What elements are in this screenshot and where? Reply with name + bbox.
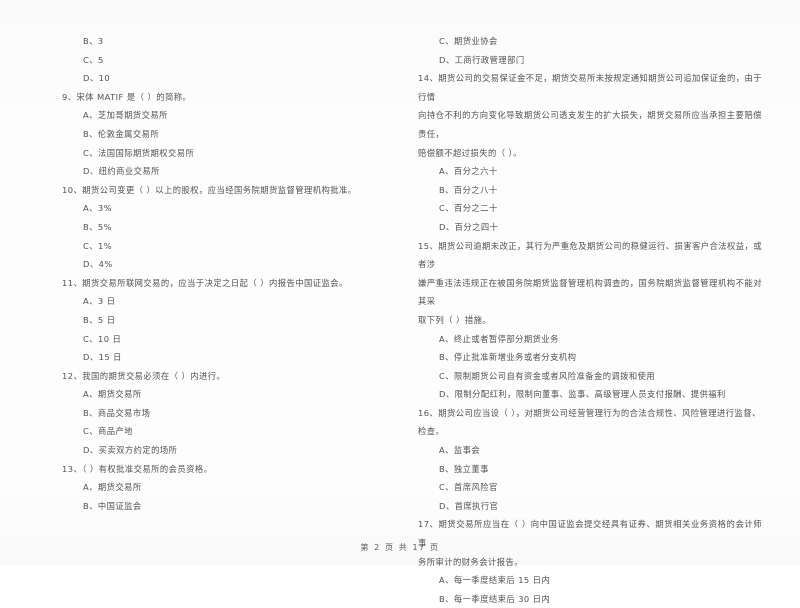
question-16: 16、期货公司应当设（ ），对期货公司经营管理行为的合法合规性、风险管理进行监督… (418, 404, 762, 516)
question-9: 9、宋体 MATIF 是（ ）的简称。 A、芝加哥期货交易所 B、伦敦金属交易所… (62, 88, 388, 181)
question-stem: 9、宋体 MATIF 是（ ）的简称。 (62, 91, 192, 102)
option-item: D、纽约商业交易所 (83, 166, 160, 177)
question-10: 10、期货公司变更（ ）以上的股权，应当经国务院期货监督管理机构批准。 A、3%… (62, 181, 388, 274)
option-item: B、5 日 (83, 314, 116, 325)
option-item: C、首席风险官 (439, 482, 498, 493)
option-item: A、期货交易所 (83, 389, 142, 400)
option-item: D、工商行政管理部门 (439, 54, 525, 65)
option-item: B、商品交易市场 (83, 407, 151, 418)
option-item: B、独立董事 (439, 463, 489, 474)
question-stem: 16、期货公司应当设（ ），对期货公司经营管理行为的合法合规性、风险管理进行监督… (418, 407, 761, 418)
option-item: A、百分之六十 (439, 166, 498, 177)
option-item: B、5% (83, 221, 112, 232)
question-stem: 15、期货公司逾期未改正，其行为严重危及期货公司的稳健运行、损害客户合法权益，或… (418, 240, 762, 270)
option-item: A、3 日 (83, 296, 116, 307)
question-stem-line: 取下列（ ）措施。 (418, 314, 492, 325)
option-item: C、5 (83, 54, 104, 65)
option-item: D、百分之四十 (439, 221, 499, 232)
question-stem: 12、我国的期货交易必须在（ ）内进行。 (62, 370, 226, 381)
option-item: D、首席执行官 (439, 500, 499, 511)
question-15: 15、期货公司逾期未改正，其行为严重危及期货公司的稳健运行、损害客户合法权益，或… (418, 237, 762, 404)
option-item: A、芝加哥期货交易所 (83, 110, 168, 121)
question-stem-line: 向持仓不利的方向变化导致期货公司透支发生的扩大损失，期货交易所应当承担主要赔偿责… (418, 110, 762, 139)
left-orphan-options: B、3 C、5 D、10 (62, 32, 388, 88)
question-stem-line: 嫌严重违法违规正在被国务院期货监督管理机构调查的，国务院期货监督管理机构不能对其… (418, 277, 762, 307)
option-item: C、商品产地 (83, 426, 133, 437)
option-item: B、中国证监会 (83, 500, 142, 511)
question-13: 13、（ ）有权批准交易所的会员资格。 A、期货交易所 B、中国证监会 (62, 460, 388, 516)
question-stem: 13、（ ）有权批准交易所的会员资格。 (62, 463, 213, 474)
option-item: B、停止批准新增业务或者分支机构 (439, 352, 577, 363)
option-item: A、监事会 (439, 445, 481, 456)
question-stem-line: 赔偿额不超过损失的（ ）。 (418, 147, 522, 158)
option-item: C、10 日 (83, 333, 122, 344)
question-12: 12、我国的期货交易必须在（ ）内进行。 A、期货交易所 B、商品交易市场 C、… (62, 367, 388, 460)
left-column: B、3 C、5 D、10 9、宋体 MATIF 是（ ）的简称。 A、芝加哥期货… (0, 32, 400, 520)
option-item: B、每一季度结束后 30 日内 (439, 593, 551, 604)
option-item: C、限制期货公司自有资金或者风险准备金的调拨和使用 (439, 370, 656, 381)
question-stem: 10、期货公司变更（ ）以上的股权，应当经国务院期货监督管理机构批准。 (62, 184, 357, 195)
option-item: C、法国国际期货期权交易所 (83, 147, 195, 158)
option-item: A、期货交易所 (83, 482, 142, 493)
option-item: A、终止或者暂停部分期货业务 (439, 333, 559, 344)
option-item: C、1% (83, 240, 113, 251)
option-item: D、10 (83, 73, 111, 84)
question-14: 14、期货公司的交易保证金不足，期货交易所未按规定通知期货公司追加保证金的，由于… (418, 69, 762, 236)
option-item: C、期货业协会 (439, 36, 498, 46)
option-item: B、3 (83, 36, 104, 46)
option-item: A、每一季度结束后 15 日内 (439, 575, 551, 586)
question-stem-line: 检查。 (418, 426, 445, 437)
option-item: B、百分之八十 (439, 184, 498, 195)
option-item: D、买卖双方约定的场所 (83, 445, 178, 456)
option-item: D、15 日 (83, 352, 122, 363)
option-item: D、4% (83, 259, 113, 270)
option-item: B、伦敦金属交易所 (83, 128, 160, 139)
option-item: A、3% (83, 203, 112, 214)
right-orphan-options: C、期货业协会 D、工商行政管理部门 (418, 32, 762, 69)
question-stem-line: 务所审计的财务会计报告。 (418, 556, 523, 567)
right-column: C、期货业协会 D、工商行政管理部门 14、期货公司的交易保证金不足，期货交易所… (400, 32, 800, 604)
question-11: 11、期货交易所联网交易的，应当于决定之日起（ ）内报告中国证监会。 A、3 日… (62, 274, 388, 367)
page-footer: 第 2 页 共 17 页 (360, 543, 440, 552)
question-stem: 14、期货公司的交易保证金不足，期货交易所未按规定通知期货公司追加保证金的，由于… (418, 73, 762, 102)
two-column-layout: B、3 C、5 D、10 9、宋体 MATIF 是（ ）的简称。 A、芝加哥期货… (0, 0, 800, 604)
exam-page: B、3 C、5 D、10 9、宋体 MATIF 是（ ）的简称。 A、芝加哥期货… (0, 0, 800, 604)
option-item: D、限制分配红利，限制向董事、监事、高级管理人员支付报酬、提供福利 (439, 389, 726, 400)
option-item: C、百分之二十 (439, 203, 498, 214)
question-stem: 11、期货交易所联网交易的，应当于决定之日起（ ）内报告中国证监会。 (62, 277, 348, 288)
question-17: 17、期货交易所应当在（ ）向中国证监会提交经具有证券、期货相关业务资格的会计师… (418, 515, 762, 608)
